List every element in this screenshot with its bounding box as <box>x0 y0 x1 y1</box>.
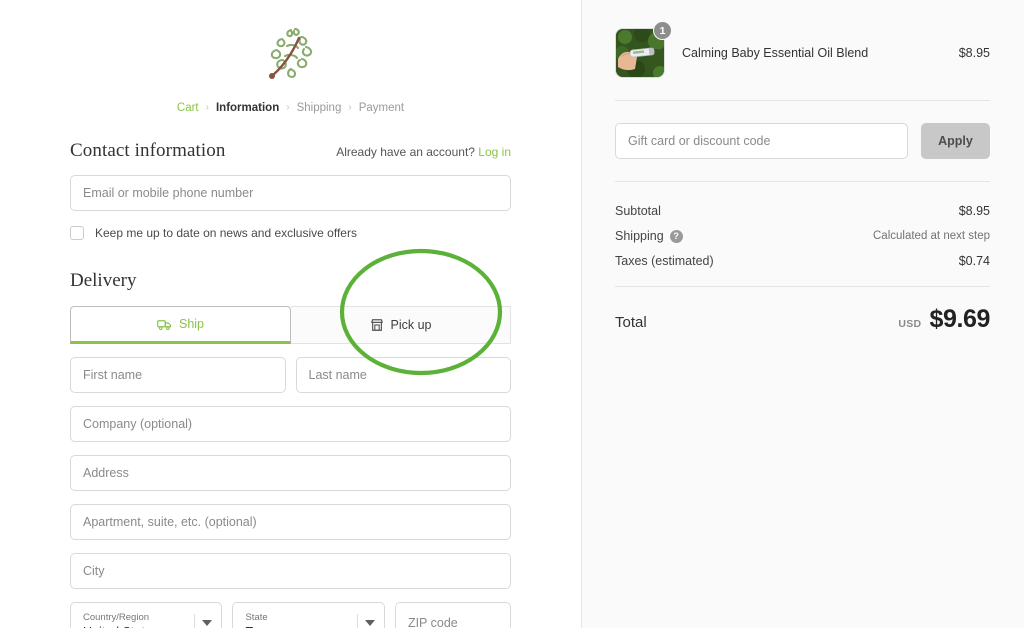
contact-information-header: Contact information Already have an acco… <box>70 140 511 162</box>
tab-ship[interactable]: Ship <box>70 306 291 344</box>
total-amount-group: USD $9.69 <box>898 305 990 334</box>
zip-placeholder: ZIP code <box>407 616 458 628</box>
first-name-placeholder: First name <box>83 368 143 382</box>
discount-code-input[interactable]: Gift card or discount code <box>615 123 908 159</box>
taxes-label: Taxes (estimated) <box>615 254 714 268</box>
shipping-label-text: Shipping <box>615 229 664 243</box>
last-name-placeholder: Last name <box>308 368 367 382</box>
breadcrumb-item-cart[interactable]: Cart <box>177 102 199 114</box>
delivery-method-tabs: Ship Pick up <box>70 306 511 344</box>
store-logo[interactable] <box>70 18 511 90</box>
first-name-field[interactable]: First name <box>70 357 286 393</box>
taxes-value: $0.74 <box>958 254 990 268</box>
tab-ship-label: Ship <box>178 317 205 331</box>
breadcrumb-separator-icon: › <box>205 102 209 113</box>
chevron-down-icon <box>202 620 213 626</box>
apartment-placeholder: Apartment, suite, etc. (optional) <box>83 515 257 529</box>
subtotal-label: Subtotal <box>615 204 661 218</box>
currency-code: USD <box>898 318 922 330</box>
last-name-field[interactable]: Last name <box>295 357 511 393</box>
tab-pickup[interactable]: Pick up <box>291 306 511 344</box>
account-note-text: Already have an account? <box>336 145 475 159</box>
breadcrumb-separator-icon: › <box>286 102 290 113</box>
company-field[interactable]: Company (optional) <box>70 406 511 442</box>
region-row: Country/Region United States State Texas… <box>70 602 511 628</box>
city-placeholder: City <box>83 564 105 578</box>
shipping-value: Calculated at next step <box>873 230 990 242</box>
summary-row-taxes: Taxes (estimated) $0.74 <box>615 254 990 268</box>
total-row: Total USD $9.69 <box>615 305 990 334</box>
newsletter-checkbox[interactable] <box>70 226 84 240</box>
breadcrumb: Cart › Information › Shipping › Payment <box>70 102 511 114</box>
state-select[interactable]: State Texas <box>232 602 385 628</box>
country-label: Country/Region <box>83 612 150 623</box>
address-placeholder: Address <box>83 466 129 480</box>
delivery-heading: Delivery <box>70 270 137 291</box>
summary-row-shipping: Shipping ? Calculated at next step <box>615 229 990 243</box>
newsletter-checkbox-row[interactable]: Keep me up to date on news and exclusive… <box>70 226 511 240</box>
account-note: Already have an account? Log in <box>336 145 511 159</box>
product-thumbnail-wrap: 1 <box>615 21 672 78</box>
checkout-main-column: Cart › Information › Shipping › Payment … <box>0 0 581 628</box>
order-line-item: 1 Calming Baby Essential Oil Blend $8.95 <box>615 21 990 78</box>
quantity-badge: 1 <box>653 21 672 40</box>
state-value: Texas <box>245 624 353 628</box>
select-divider <box>356 614 358 628</box>
newsletter-label: Keep me up to date on news and exclusive… <box>95 226 357 240</box>
tab-pickup-label: Pick up <box>390 318 432 332</box>
state-label: State <box>245 612 268 623</box>
email-field[interactable]: Email or mobile phone number <box>70 175 511 211</box>
totals-list: Subtotal $8.95 Shipping ? Calculated at … <box>615 204 990 268</box>
product-price: $8.95 <box>958 46 990 60</box>
order-summary-column: 1 Calming Baby Essential Oil Blend $8.95… <box>581 0 1024 628</box>
chevron-down-icon <box>364 620 375 626</box>
breadcrumb-item-payment: Payment <box>358 102 405 114</box>
breadcrumb-item-information: Information <box>215 102 280 114</box>
name-row: First name Last name <box>70 357 511 393</box>
product-name: Calming Baby Essential Oil Blend <box>682 46 869 60</box>
total-label: Total <box>615 314 647 331</box>
login-link[interactable]: Log in <box>478 145 511 159</box>
divider <box>615 100 990 101</box>
subtotal-value: $8.95 <box>958 204 990 218</box>
breadcrumb-item-shipping: Shipping <box>296 102 342 114</box>
checkout-page: Cart › Information › Shipping › Payment … <box>0 0 1024 628</box>
discount-row: Gift card or discount code Apply <box>615 123 990 159</box>
apply-discount-button[interactable]: Apply <box>921 123 990 159</box>
discount-code-placeholder: Gift card or discount code <box>628 134 771 148</box>
shipping-help-icon[interactable]: ? <box>669 229 683 243</box>
apartment-field[interactable]: Apartment, suite, etc. (optional) <box>70 504 511 540</box>
breadcrumb-separator-icon: › <box>348 102 352 113</box>
address-field[interactable]: Address <box>70 455 511 491</box>
truck-icon <box>157 318 172 331</box>
zip-field[interactable]: ZIP code <box>394 602 511 628</box>
email-placeholder: Email or mobile phone number <box>83 186 254 200</box>
shipping-label: Shipping ? <box>615 229 683 243</box>
page-title: Contact information <box>70 140 226 161</box>
summary-row-subtotal: Subtotal $8.95 <box>615 204 990 218</box>
city-field[interactable]: City <box>70 553 511 589</box>
country-select[interactable]: Country/Region United States <box>70 602 223 628</box>
divider <box>615 286 990 287</box>
divider <box>615 181 990 182</box>
total-amount: $9.69 <box>929 305 990 333</box>
select-divider <box>194 614 196 628</box>
country-value: United States <box>83 624 191 628</box>
company-placeholder: Company (optional) <box>83 417 193 431</box>
botanical-branch-logo-icon <box>268 27 312 79</box>
store-icon <box>370 318 384 332</box>
